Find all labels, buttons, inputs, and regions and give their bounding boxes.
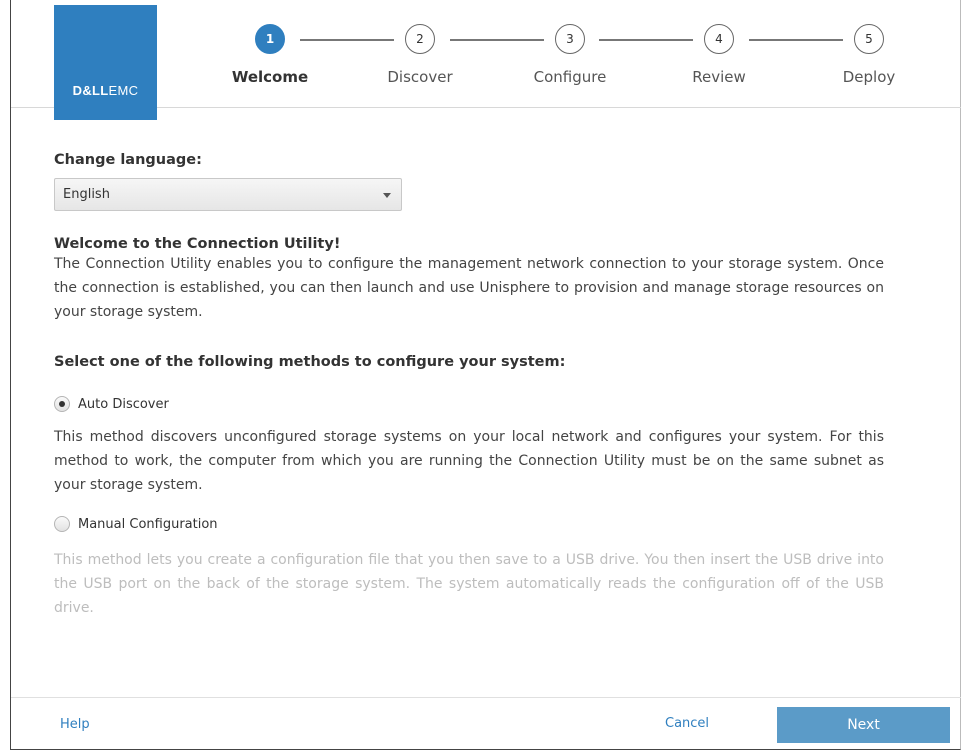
wizard-step-review: 4 Review [659, 24, 779, 86]
manual-configuration-label: Manual Configuration [78, 516, 218, 532]
change-language-label: Change language: [54, 152, 202, 168]
logo-dell-text: D&LL [72, 83, 109, 98]
welcome-description: The Connection Utility enables you to co… [54, 256, 884, 320]
welcome-section: Welcome to the Connection Utility! The C… [54, 236, 884, 324]
footer-divider [11, 697, 961, 698]
step-number-circle: 1 [255, 24, 285, 54]
wizard-window: D&LLEMC 1 Welcome 2 Discover 3 Configure… [10, 0, 961, 750]
step-number-circle: 2 [405, 24, 435, 54]
wizard-step-discover: 2 Discover [360, 24, 480, 86]
dell-emc-logo: D&LLEMC [54, 5, 157, 120]
chevron-down-icon [383, 193, 391, 198]
step-label: Discover [387, 68, 453, 86]
language-select[interactable]: English [54, 178, 402, 211]
manual-configuration-option[interactable]: Manual Configuration [54, 516, 218, 532]
cancel-button[interactable]: Cancel [665, 716, 709, 731]
manual-configuration-description: This method lets you create a configurat… [54, 552, 884, 616]
next-button[interactable]: Next [777, 707, 950, 743]
auto-discover-label: Auto Discover [78, 396, 169, 412]
auto-discover-option[interactable]: Auto Discover [54, 396, 169, 412]
manual-configuration-radio[interactable] [54, 516, 70, 532]
step-number-circle: 4 [704, 24, 734, 54]
wizard-step-deploy: 5 Deploy [809, 24, 929, 86]
wizard-header: D&LLEMC 1 Welcome 2 Discover 3 Configure… [11, 0, 961, 120]
step-label: Review [692, 68, 746, 86]
welcome-title: Welcome to the Connection Utility! [54, 236, 341, 252]
auto-discover-radio[interactable] [54, 396, 70, 412]
methods-heading: Select one of the following methods to c… [54, 354, 566, 370]
language-selected-value: English [63, 187, 110, 202]
auto-discover-description: This method discovers unconfigured stora… [54, 429, 884, 493]
step-number-circle: 3 [555, 24, 585, 54]
step-label: Welcome [231, 68, 309, 86]
logo-emc-text: EMC [108, 83, 139, 98]
step-label: Deploy [842, 68, 896, 86]
wizard-step-configure: 3 Configure [510, 24, 630, 86]
step-label: Configure [533, 68, 607, 86]
wizard-step-welcome: 1 Welcome [210, 24, 330, 86]
help-link[interactable]: Help [60, 717, 90, 732]
step-number-circle: 5 [854, 24, 884, 54]
